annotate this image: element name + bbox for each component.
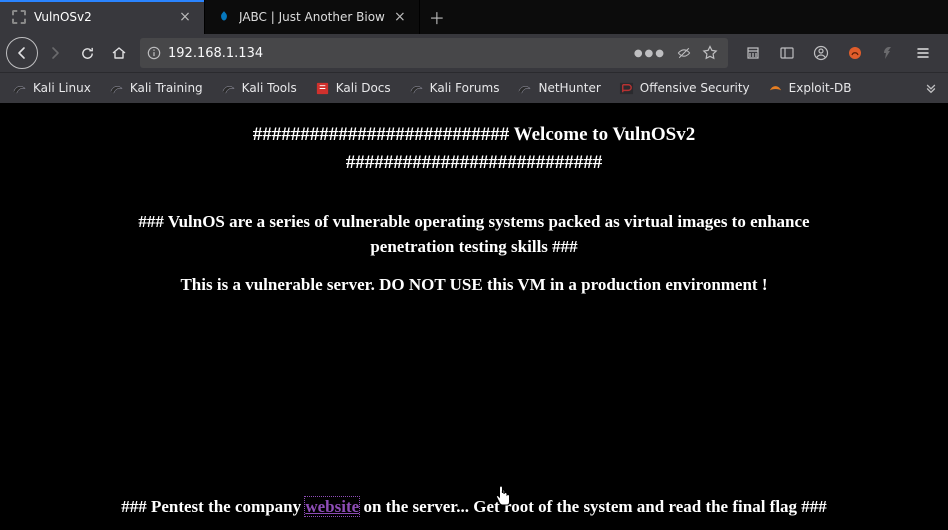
page-heading: ########################### Welcome to V…: [26, 121, 922, 176]
home-button[interactable]: [104, 38, 134, 68]
close-tab-icon[interactable]: ×: [178, 10, 192, 24]
bookmark-kali-docs[interactable]: Kali Docs: [307, 81, 399, 96]
kali-icon: [12, 81, 27, 96]
kali-icon: [517, 81, 532, 96]
reader-mode-icon[interactable]: [676, 45, 692, 61]
kali-icon: [409, 81, 424, 96]
bookmarks-bar: Kali Linux Kali Training Kali Tools Kali…: [0, 72, 948, 103]
close-tab-icon[interactable]: ×: [393, 10, 407, 24]
hamburger-menu-button[interactable]: [908, 38, 938, 68]
bookmark-kali-tools[interactable]: Kali Tools: [213, 81, 305, 96]
extension-icon-2[interactable]: [874, 38, 904, 68]
extension-icon-1[interactable]: [840, 38, 870, 68]
tab-title: JABC | Just Another Biow: [239, 10, 385, 24]
tab-bar: VulnOSv2 × JABC | Just Another Biow × ＋: [0, 0, 948, 34]
website-link[interactable]: website: [305, 497, 359, 516]
sidebar-button[interactable]: [772, 38, 802, 68]
favicon-placeholder-icon: [12, 10, 26, 24]
kali-icon: [109, 81, 124, 96]
browser-tab[interactable]: JABC | Just Another Biow ×: [205, 0, 420, 34]
reload-button[interactable]: [72, 38, 102, 68]
bookmark-nethunter[interactable]: NetHunter: [509, 81, 608, 96]
site-info-icon[interactable]: [140, 46, 168, 60]
offsec-icon: [619, 81, 634, 96]
new-tab-button[interactable]: ＋: [420, 0, 454, 34]
drupal-favicon-icon: [217, 10, 231, 24]
red-book-icon: [315, 81, 330, 96]
downloads-button[interactable]: [738, 38, 768, 68]
page-content: ########################### Welcome to V…: [0, 103, 948, 530]
urlbar-right-icons: ●●●: [624, 45, 728, 61]
url-text: 192.168.1.134: [168, 46, 624, 61]
challenge-text: ### Pentest the company website on the s…: [0, 497, 948, 517]
forward-button: [40, 38, 70, 68]
url-bar[interactable]: 192.168.1.134 ●●●: [140, 38, 728, 68]
bookmark-kali-training[interactable]: Kali Training: [101, 81, 211, 96]
nav-toolbar: 192.168.1.134 ●●●: [0, 34, 948, 72]
bookmark-exploit-db[interactable]: Exploit-DB: [760, 81, 860, 96]
browser-tab-active[interactable]: VulnOSv2 ×: [0, 0, 205, 34]
account-button[interactable]: [806, 38, 836, 68]
bookmarks-overflow-button[interactable]: [918, 81, 944, 95]
exploitdb-icon: [768, 81, 783, 96]
bookmark-star-icon[interactable]: [702, 45, 718, 61]
toolbar-right-icons: [734, 38, 942, 68]
bookmark-offensive-security[interactable]: Offensive Security: [611, 81, 758, 96]
back-button[interactable]: [6, 37, 38, 69]
warning-text: This is a vulnerable server. DO NOT USE …: [26, 275, 922, 295]
bookmark-kali-forums[interactable]: Kali Forums: [401, 81, 508, 96]
bookmark-kali-linux[interactable]: Kali Linux: [4, 81, 99, 96]
kali-icon: [221, 81, 236, 96]
tab-title: VulnOSv2: [34, 10, 170, 24]
page-actions-icon[interactable]: ●●●: [634, 48, 666, 59]
intro-text: ### VulnOS are a series of vulnerable op…: [26, 210, 922, 259]
